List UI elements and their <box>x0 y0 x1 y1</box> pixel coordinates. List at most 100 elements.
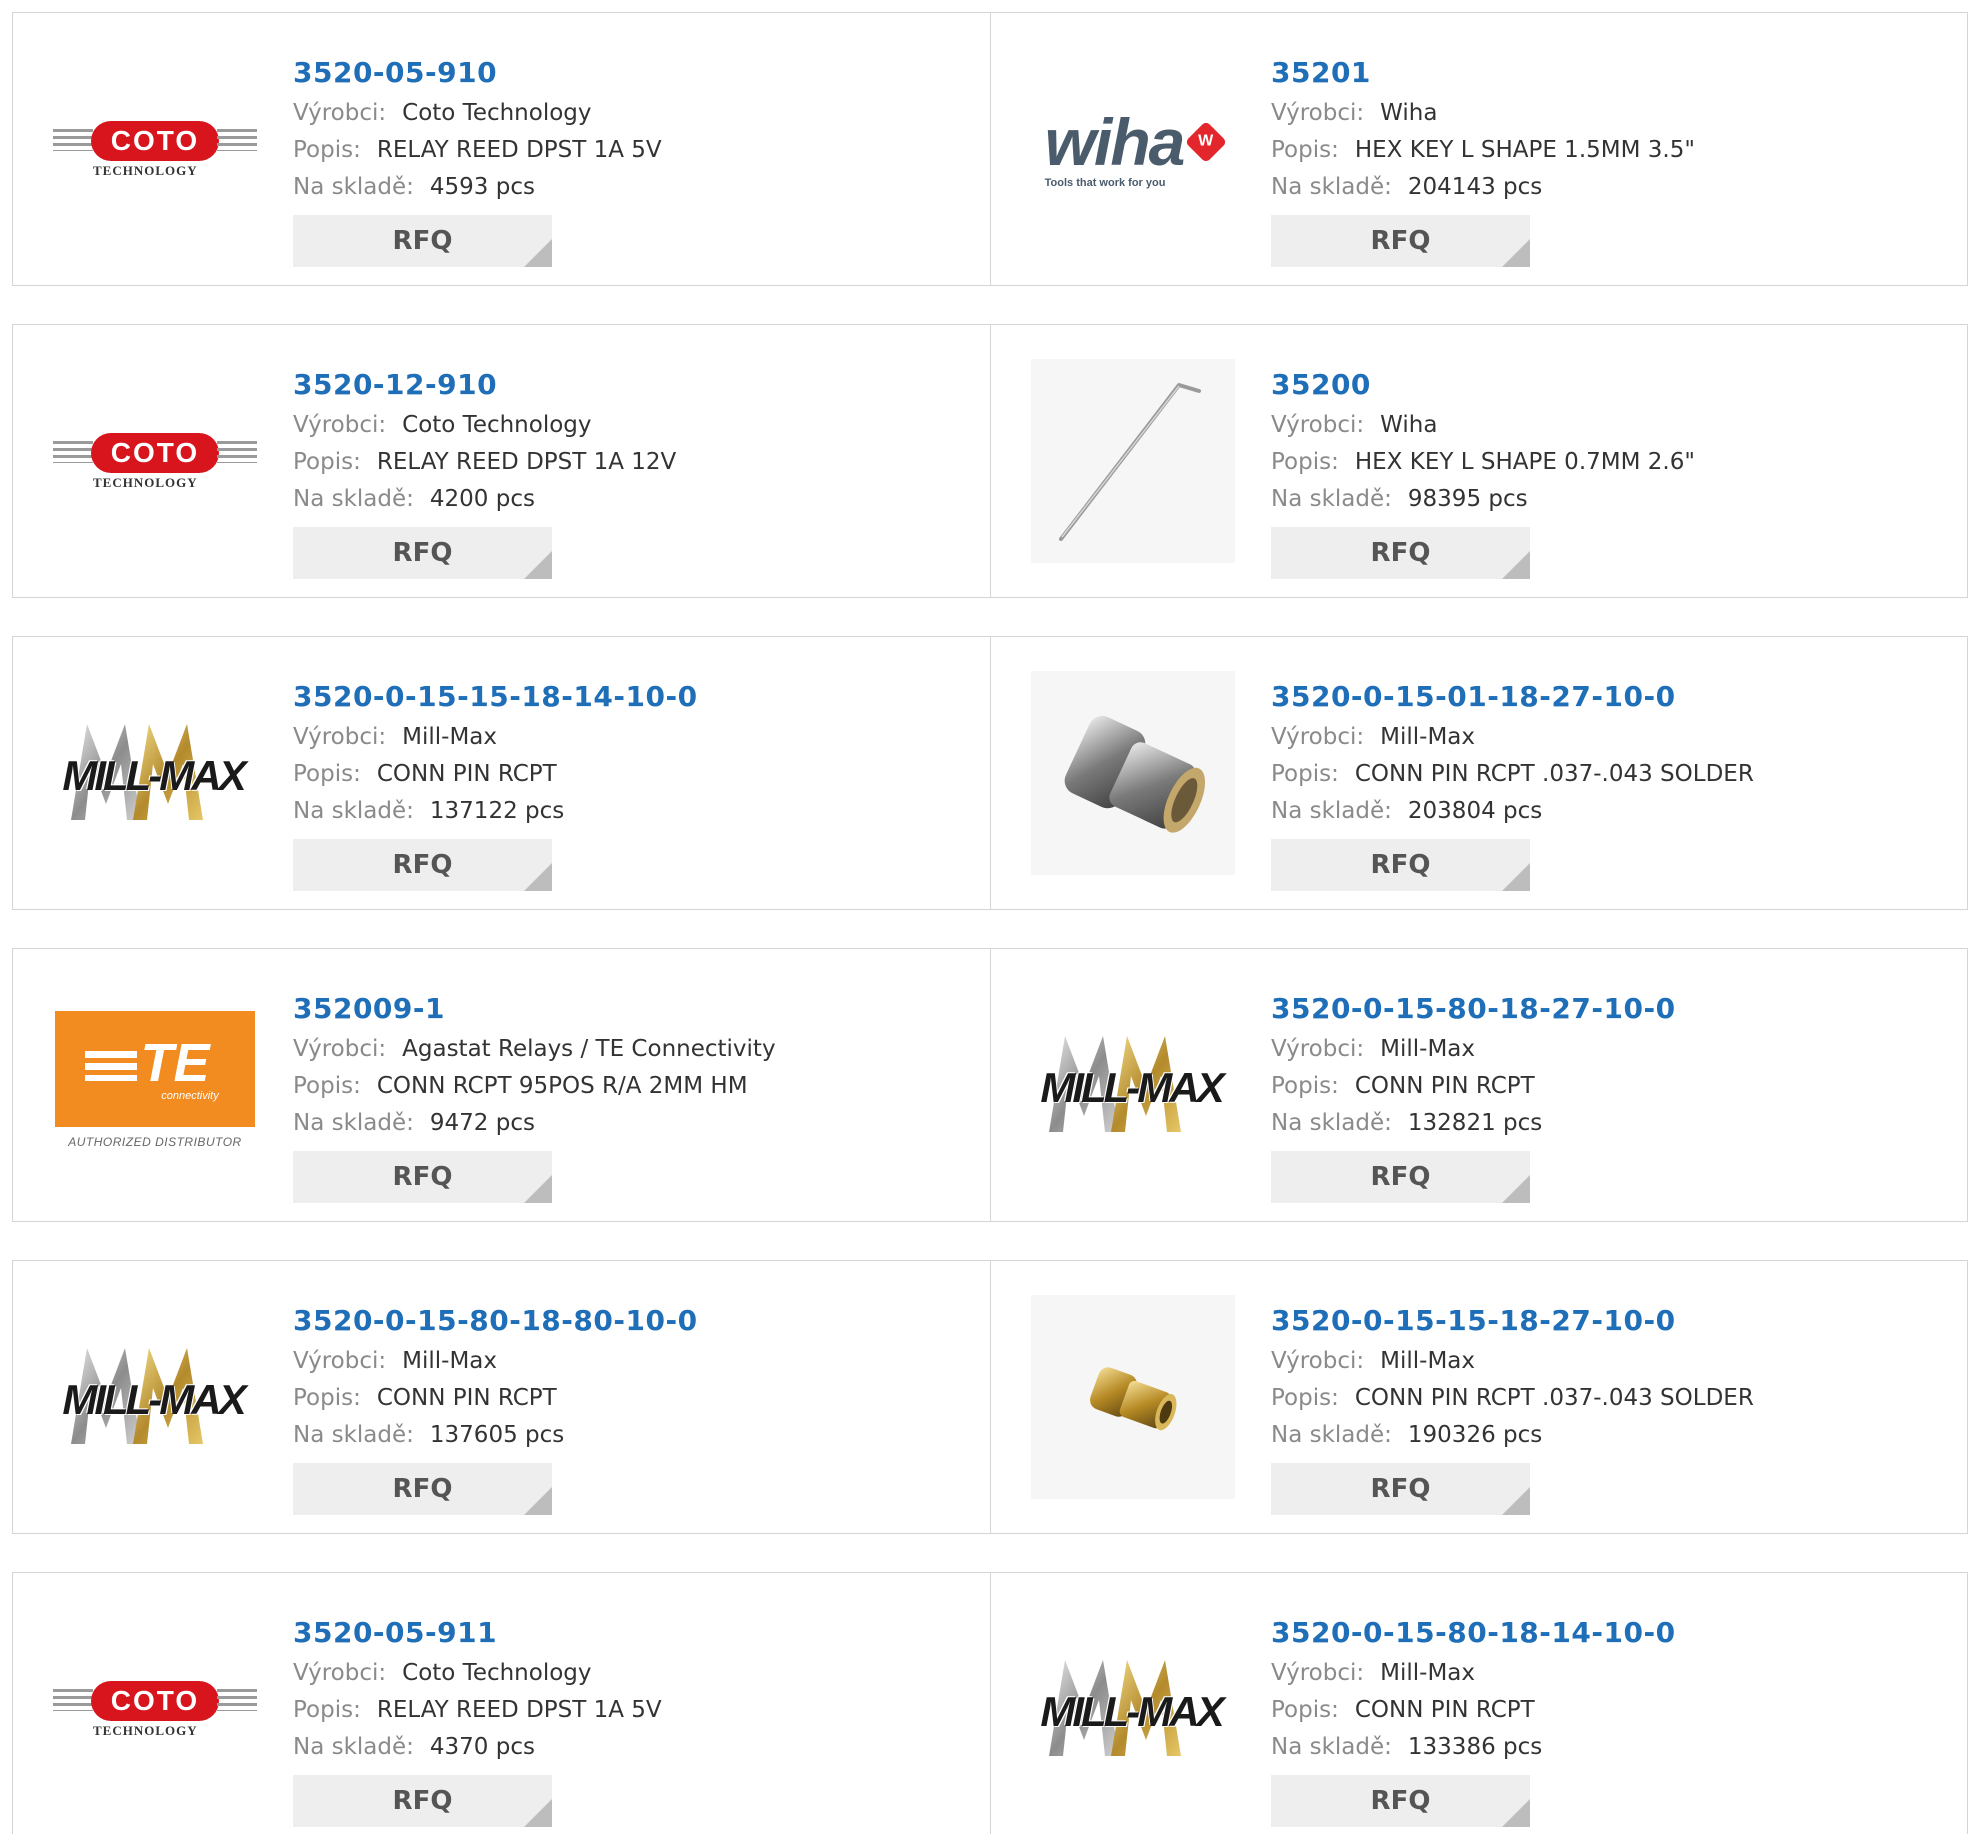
rfq-button[interactable]: RFQ <box>293 1463 552 1515</box>
corner-triangle-icon <box>524 239 552 267</box>
description-label: Popis: <box>293 1073 361 1099</box>
stock-line: Na skladě: 137605 pcs <box>293 1417 973 1454</box>
manufacturer-value: Mill-Max <box>1380 1348 1476 1374</box>
part-number-link[interactable]: 35200 <box>1271 363 1951 407</box>
rfq-button[interactable]: RFQ <box>1271 839 1530 891</box>
product-row: COTO TECHNOLOGY 3520-12-910 Výrobci: Coto … <box>12 324 1968 598</box>
mill-max-logo: MILL-MAX <box>53 718 257 828</box>
part-number-link[interactable]: 35201 <box>1271 51 1951 95</box>
manufacturer-value: Mill-Max <box>402 1348 498 1374</box>
product-card: TE connectivity AUTHORIZED DISTRIBUTOR 3… <box>13 949 990 1221</box>
description-line: Popis: RELAY REED DPST 1A 5V <box>293 132 973 169</box>
product-info: 3520-05-910 Výrobci: Coto Technology Popis:… <box>293 51 973 206</box>
description-value: CONN PIN RCPT .037-.043 SOLDER <box>1354 1385 1754 1411</box>
part-number-link[interactable]: 3520-0-15-15-18-14-10-0 <box>293 675 973 719</box>
description-value: HEX KEY L SHAPE 0.7MM 2.6" <box>1354 449 1695 475</box>
manufacturer-label: Výrobci: <box>1271 1660 1365 1686</box>
stock-label: Na skladě: <box>1271 1422 1392 1448</box>
stock-label: Na skladě: <box>1271 486 1392 512</box>
stock-line: Na skladě: 4200 pcs <box>293 481 973 518</box>
description-line: Popis: CONN PIN RCPT <box>1271 1068 1951 1105</box>
description-line: Popis: CONN PIN RCPT .037-.043 SOLDER <box>1271 1380 1951 1417</box>
description-label: Popis: <box>293 449 361 475</box>
manufacturer-line: Výrobci: Mill-Max <box>1271 719 1951 756</box>
corner-triangle-icon <box>1502 863 1530 891</box>
product-card: 3520-0-15-15-18-27-10-0 Výrobci: Mill-Max P… <box>990 1261 1967 1533</box>
description-value: CONN PIN RCPT .037-.043 SOLDER <box>1354 761 1754 787</box>
description-label: Popis: <box>293 761 361 787</box>
rfq-button[interactable]: RFQ <box>293 1775 552 1827</box>
rfq-button[interactable]: RFQ <box>1271 1775 1530 1827</box>
rfq-button-label: RFQ <box>1370 1162 1431 1192</box>
product-logo <box>1031 359 1235 563</box>
rfq-button[interactable]: RFQ <box>293 215 552 267</box>
part-number-link[interactable]: 3520-0-15-80-18-14-10-0 <box>1271 1611 1951 1655</box>
mill-max-logo: MILL-MAX <box>1031 1654 1235 1764</box>
rfq-button[interactable]: RFQ <box>293 839 552 891</box>
product-info: 3520-0-15-80-18-27-10-0 Výrobci: Mill-Max P… <box>1271 987 1951 1142</box>
part-number-link[interactable]: 3520-0-15-15-18-27-10-0 <box>1271 1299 1951 1343</box>
rfq-button-label: RFQ <box>392 538 453 568</box>
part-number-link[interactable]: 3520-05-911 <box>293 1611 973 1655</box>
corner-triangle-icon <box>1502 1799 1530 1827</box>
stock-line: Na skladě: 9472 pcs <box>293 1105 973 1142</box>
description-label: Popis: <box>1271 1385 1339 1411</box>
stock-line: Na skladě: 133386 pcs <box>1271 1729 1951 1766</box>
part-number-link[interactable]: 3520-05-910 <box>293 51 973 95</box>
stock-value: 9472 pcs <box>429 1110 535 1136</box>
manufacturer-value: Coto Technology <box>402 1660 592 1686</box>
description-line: Popis: CONN RCPT 95POS R/A 2MM HM <box>293 1068 973 1105</box>
part-number-link[interactable]: 3520-0-15-80-18-80-10-0 <box>293 1299 973 1343</box>
rfq-button[interactable]: RFQ <box>1271 527 1530 579</box>
product-row: MILL-MAX 3520-0-15-80-18-80-10-0 Výrobci:… <box>12 1260 1968 1534</box>
mill-max-logo: MILL-MAX <box>1031 1030 1235 1140</box>
rfq-button[interactable]: RFQ <box>1271 1151 1530 1203</box>
rfq-button-label: RFQ <box>392 850 453 880</box>
corner-triangle-icon <box>1502 1487 1530 1515</box>
stock-value: 98395 pcs <box>1407 486 1528 512</box>
mill-max-logo: MILL-MAX <box>53 1342 257 1452</box>
coto-technology-logo: COTO TECHNOLOGY <box>53 421 257 501</box>
silver-pin-product-image <box>1031 671 1235 875</box>
product-logo: COTO TECHNOLOGY <box>53 47 257 251</box>
manufacturer-label: Výrobci: <box>1271 724 1365 750</box>
part-number-link[interactable]: 3520-12-910 <box>293 363 973 407</box>
product-logo: MILL-MAX <box>1031 1607 1235 1811</box>
stock-label: Na skladě: <box>293 1422 414 1448</box>
product-card: 3520-0-15-01-18-27-10-0 Výrobci: Mill-Max P… <box>990 637 1967 909</box>
product-card: COTO TECHNOLOGY 3520-12-910 Výrobci: Coto … <box>13 325 990 597</box>
manufacturer-value: Mill-Max <box>1380 724 1476 750</box>
corner-triangle-icon <box>524 1799 552 1827</box>
manufacturer-value: Coto Technology <box>402 100 592 126</box>
stock-value: 132821 pcs <box>1407 1110 1543 1136</box>
part-number-link[interactable]: 352009-1 <box>293 987 973 1031</box>
rfq-button[interactable]: RFQ <box>1271 1463 1530 1515</box>
rfq-button[interactable]: RFQ <box>1271 215 1530 267</box>
manufacturer-label: Výrobci: <box>1271 1036 1365 1062</box>
description-line: Popis: HEX KEY L SHAPE 1.5MM 3.5" <box>1271 132 1951 169</box>
product-logo: wiha W Tools that work for you <box>1031 47 1235 251</box>
stock-value: 137122 pcs <box>429 798 565 824</box>
stock-line: Na skladě: 98395 pcs <box>1271 481 1951 518</box>
corner-triangle-icon <box>524 863 552 891</box>
rfq-button[interactable]: RFQ <box>293 527 552 579</box>
stock-line: Na skladě: 203804 pcs <box>1271 793 1951 830</box>
product-row: COTO TECHNOLOGY 3520-05-911 Výrobci: Coto … <box>12 1572 1968 1834</box>
corner-triangle-icon <box>524 1487 552 1515</box>
rfq-button[interactable]: RFQ <box>293 1151 552 1203</box>
manufacturer-line: Výrobci: Coto Technology <box>293 1655 973 1692</box>
product-logo <box>1031 671 1235 875</box>
corner-triangle-icon <box>1502 239 1530 267</box>
stock-label: Na skladě: <box>293 798 414 824</box>
product-info: 3520-0-15-80-18-80-10-0 Výrobci: Mill-Max P… <box>293 1299 973 1454</box>
stock-value: 4370 pcs <box>429 1734 535 1760</box>
rfq-button-label: RFQ <box>1370 538 1431 568</box>
part-number-link[interactable]: 3520-0-15-01-18-27-10-0 <box>1271 675 1951 719</box>
description-value: RELAY REED DPST 1A 12V <box>376 449 677 475</box>
manufacturer-label: Výrobci: <box>293 412 387 438</box>
manufacturer-label: Výrobci: <box>293 724 387 750</box>
part-number-link[interactable]: 3520-0-15-80-18-27-10-0 <box>1271 987 1951 1031</box>
description-line: Popis: RELAY REED DPST 1A 12V <box>293 444 973 481</box>
manufacturer-value: Mill-Max <box>1380 1036 1476 1062</box>
manufacturer-value: Agastat Relays / TE Connectivity <box>402 1036 776 1062</box>
